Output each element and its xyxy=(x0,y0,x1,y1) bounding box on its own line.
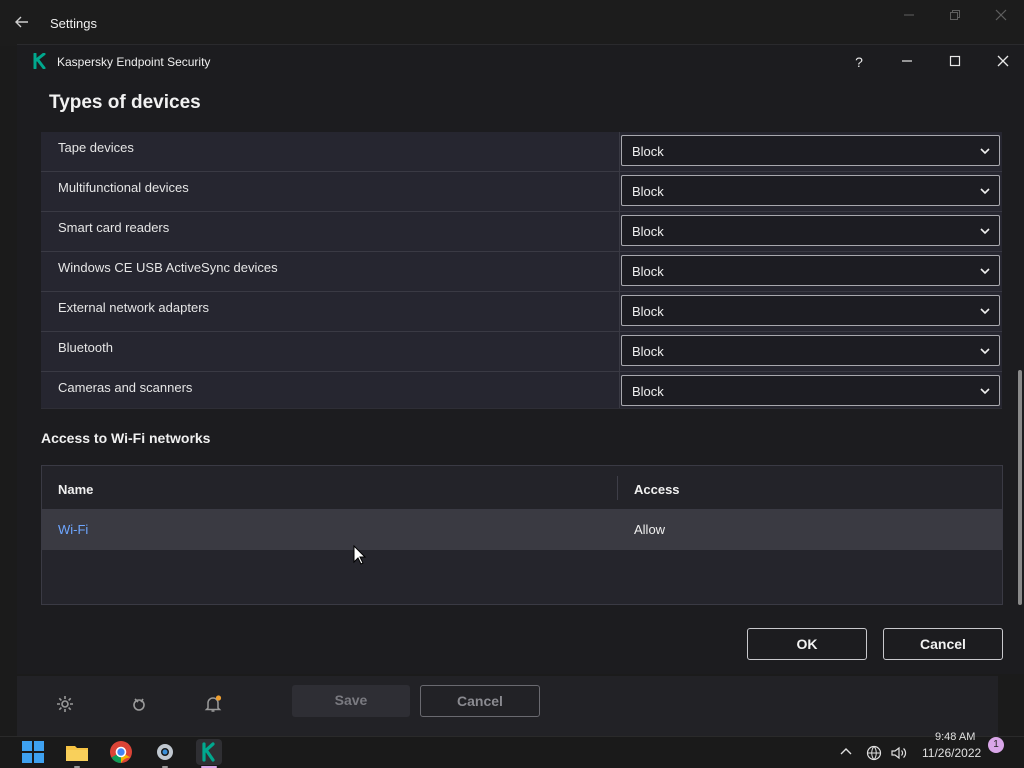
table-row: Cameras and scanners Block xyxy=(41,372,1002,408)
notification-badge[interactable]: 1 xyxy=(988,737,1004,753)
table-row: Smart card readers Block xyxy=(41,212,1002,252)
column-header-name[interactable]: Name xyxy=(58,482,93,497)
dialog-titlebar: Kaspersky Endpoint Security ? xyxy=(17,45,1024,79)
access-dropdown[interactable]: Block xyxy=(621,255,1000,286)
column-divider xyxy=(619,332,620,372)
volume-icon[interactable] xyxy=(890,745,908,764)
table-row: External network adapters Block xyxy=(41,292,1002,332)
settings-cancel-button[interactable]: Cancel xyxy=(420,685,540,717)
help-button[interactable]: ? xyxy=(844,51,874,73)
dialog-app-title: Kaspersky Endpoint Security xyxy=(57,55,211,69)
kaspersky-taskbar-icon[interactable] xyxy=(196,739,222,765)
chevron-down-icon xyxy=(979,224,991,236)
dropdown-value: Block xyxy=(632,304,664,319)
cancel-button[interactable]: Cancel xyxy=(883,628,1003,660)
page-title: Types of devices xyxy=(49,92,201,113)
scrollbar-thumb[interactable] xyxy=(1018,370,1022,605)
column-header-access[interactable]: Access xyxy=(634,482,680,497)
outer-close-icon[interactable] xyxy=(986,8,1016,26)
device-label: External network adapters xyxy=(58,300,210,315)
dropdown-value: Block xyxy=(632,344,664,359)
network-globe-icon[interactable] xyxy=(866,745,882,764)
table-row: Multifunctional devices Block xyxy=(41,172,1002,212)
taskbar: 9:48 AM 11/26/2022 1 xyxy=(0,731,1024,768)
column-divider xyxy=(619,372,620,408)
clock-date[interactable]: 11/26/2022 xyxy=(922,746,981,760)
settings-bottom-bar: Save Cancel xyxy=(17,676,998,736)
dropdown-value: Block xyxy=(632,264,664,279)
wifi-name-link[interactable]: Wi-Fi xyxy=(58,522,88,537)
settings-window-title: Settings xyxy=(50,16,97,31)
access-dropdown[interactable]: Block xyxy=(621,295,1000,326)
file-explorer-icon[interactable] xyxy=(64,739,90,765)
settings-app-icon[interactable] xyxy=(152,739,178,765)
device-label: Bluetooth xyxy=(58,340,113,355)
column-divider xyxy=(619,252,620,292)
device-label: Smart card readers xyxy=(58,220,170,235)
table-row: Tape devices Block xyxy=(41,132,1002,172)
back-arrow-icon[interactable] xyxy=(14,14,34,34)
settings-titlebar: Settings xyxy=(0,0,1024,46)
support-icon[interactable] xyxy=(129,694,151,716)
ok-button[interactable]: OK xyxy=(747,628,867,660)
access-dropdown[interactable]: Block xyxy=(621,215,1000,246)
access-dropdown[interactable]: Block xyxy=(621,175,1000,206)
dropdown-value: Block xyxy=(632,184,664,199)
table-row: Windows CE USB ActiveSync devices Block xyxy=(41,252,1002,292)
table-row: Bluetooth Block xyxy=(41,332,1002,372)
outer-restore-icon[interactable] xyxy=(940,8,970,26)
column-divider xyxy=(619,132,620,172)
chevron-down-icon xyxy=(979,344,991,356)
device-label: Multifunctional devices xyxy=(58,180,189,195)
device-label: Tape devices xyxy=(58,140,134,155)
device-types-table: Tape devices Block Multifunctional devic… xyxy=(41,132,1002,409)
kaspersky-dialog: Kaspersky Endpoint Security ? Types of d… xyxy=(17,44,1024,674)
wifi-networks-table: Name Access Wi-Fi Allow xyxy=(41,465,1003,605)
chevron-down-icon xyxy=(979,184,991,196)
dropdown-value: Block xyxy=(632,384,664,399)
access-dropdown[interactable]: Block xyxy=(621,375,1000,406)
notification-bell-icon[interactable] xyxy=(203,694,225,716)
column-divider xyxy=(619,172,620,212)
wifi-access-value: Allow xyxy=(634,522,666,537)
clock-time[interactable]: 9:48 AM xyxy=(935,731,975,743)
dropdown-value: Block xyxy=(632,144,664,159)
close-icon[interactable] xyxy=(988,51,1018,73)
table-row[interactable]: Wi-Fi Allow xyxy=(42,510,1002,550)
chevron-up-icon[interactable] xyxy=(839,745,853,760)
mouse-cursor-icon xyxy=(353,544,367,565)
chevron-down-icon xyxy=(979,304,991,316)
minimize-icon[interactable] xyxy=(892,51,922,73)
gear-icon[interactable] xyxy=(55,694,77,716)
chevron-down-icon xyxy=(979,264,991,276)
save-button[interactable]: Save xyxy=(292,685,410,717)
access-dropdown[interactable]: Block xyxy=(621,335,1000,366)
start-icon[interactable] xyxy=(20,739,46,765)
chevron-down-icon xyxy=(979,384,991,396)
device-label: Cameras and scanners xyxy=(58,380,193,395)
chrome-icon[interactable] xyxy=(108,739,134,765)
dropdown-value: Block xyxy=(632,224,664,239)
chevron-down-icon xyxy=(979,144,991,156)
access-dropdown[interactable]: Block xyxy=(621,135,1000,166)
outer-minimize-icon[interactable] xyxy=(894,8,924,26)
kaspersky-logo-icon xyxy=(33,52,49,71)
wifi-section-title: Access to Wi-Fi networks xyxy=(41,430,211,446)
maximize-icon[interactable] xyxy=(940,51,970,73)
column-divider xyxy=(619,292,620,332)
table-header: Name Access xyxy=(42,466,1002,510)
device-label: Windows CE USB ActiveSync devices xyxy=(58,260,278,275)
column-divider xyxy=(619,212,620,252)
column-divider xyxy=(617,476,618,500)
